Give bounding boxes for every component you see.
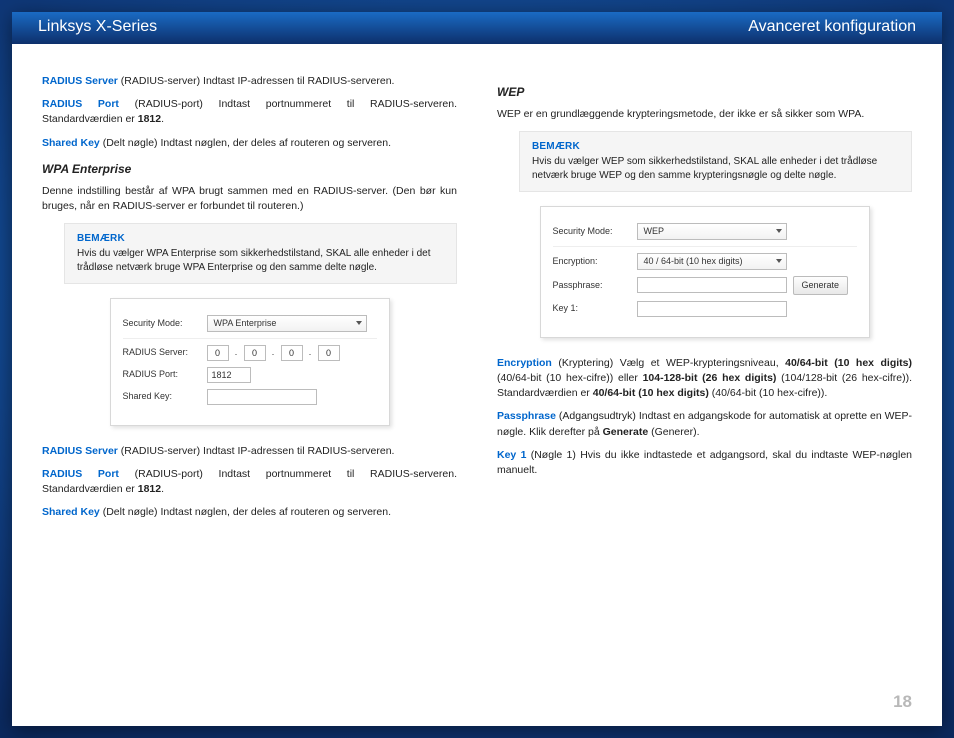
- page-number: 18: [12, 684, 942, 726]
- label-passphrase: Passphrase:: [553, 279, 631, 292]
- chevron-down-icon: [356, 321, 362, 325]
- paragraph: Shared Key (Delt nøgle) Indtast nøglen, …: [42, 136, 457, 151]
- term-radius-port: RADIUS Port: [42, 468, 119, 480]
- term-radius-server: RADIUS Server: [42, 445, 118, 457]
- note-body: Hvis du vælger WEP som sikkerhedstilstan…: [532, 156, 877, 181]
- security-mode-select[interactable]: WPA Enterprise: [207, 315, 367, 332]
- radius-port-input[interactable]: 1812: [207, 367, 251, 383]
- key1-input[interactable]: [637, 301, 787, 317]
- paragraph: RADIUS Port (RADIUS-port) Indtast portnu…: [42, 97, 457, 127]
- encryption-select[interactable]: 40 / 64-bit (10 hex digits): [637, 253, 787, 270]
- page-content: RADIUS Server (RADIUS-server) Indtast IP…: [12, 44, 942, 684]
- term-key1: Key 1: [497, 449, 526, 461]
- paragraph: Passphrase (Adgangsudtryk) Indtast en ad…: [497, 409, 912, 439]
- shared-key-input[interactable]: [207, 389, 317, 405]
- label-radius-server: RADIUS Server:: [123, 346, 201, 359]
- divider: [553, 246, 857, 247]
- paragraph: Denne indstilling består af WPA brugt sa…: [42, 184, 457, 214]
- left-column: RADIUS Server (RADIUS-server) Indtast IP…: [42, 74, 457, 684]
- label-security-mode: Security Mode:: [123, 317, 201, 330]
- document-page: Linksys X-Series Avanceret konfiguration…: [12, 12, 942, 726]
- ip-octet-1[interactable]: 0: [207, 345, 229, 361]
- header-left: Linksys X-Series: [38, 18, 157, 36]
- term-shared-key: Shared Key: [42, 506, 100, 518]
- label-shared-key: Shared Key:: [123, 390, 201, 403]
- chevron-down-icon: [776, 259, 782, 263]
- note-title: BEMÆRK: [77, 232, 444, 246]
- paragraph: WEP er en grundlæggende krypteringsmetod…: [497, 107, 912, 122]
- paragraph: Encryption (Kryptering) Vælg et WEP-kryp…: [497, 356, 912, 402]
- ip-octet-4[interactable]: 0: [318, 345, 340, 361]
- paragraph: Shared Key (Delt nøgle) Indtast nøglen, …: [42, 505, 457, 520]
- term-shared-key: Shared Key: [42, 137, 100, 149]
- note-body: Hvis du vælger WPA Enterprise som sikker…: [77, 248, 431, 273]
- note-title: BEMÆRK: [532, 140, 899, 154]
- wpa-enterprise-panel: Security Mode: WPA Enterprise RADIUS Ser…: [110, 298, 390, 426]
- note-box: BEMÆRK Hvis du vælger WEP som sikkerheds…: [519, 131, 912, 192]
- wep-panel: Security Mode: WEP Encryption: 40 / 64-b…: [540, 206, 870, 338]
- ip-octet-3[interactable]: 0: [281, 345, 303, 361]
- page-header: Linksys X-Series Avanceret konfiguration: [12, 12, 942, 44]
- chevron-down-icon: [776, 229, 782, 233]
- term-radius-server: RADIUS Server: [42, 75, 118, 87]
- header-right: Avanceret konfiguration: [748, 18, 916, 36]
- heading-wep: WEP: [497, 84, 912, 101]
- paragraph: RADIUS Server (RADIUS-server) Indtast IP…: [42, 444, 457, 459]
- ip-octet-2[interactable]: 0: [244, 345, 266, 361]
- divider: [123, 338, 377, 339]
- paragraph: RADIUS Server (RADIUS-server) Indtast IP…: [42, 74, 457, 89]
- paragraph: Key 1 (Nøgle 1) Hvis du ikke indtastede …: [497, 448, 912, 478]
- term-encryption: Encryption: [497, 357, 552, 369]
- heading-wpa-enterprise: WPA Enterprise: [42, 161, 457, 178]
- passphrase-input[interactable]: [637, 277, 787, 293]
- label-encryption: Encryption:: [553, 255, 631, 268]
- term-passphrase: Passphrase: [497, 410, 556, 422]
- generate-button[interactable]: Generate: [793, 276, 849, 295]
- label-security-mode: Security Mode:: [553, 225, 631, 238]
- label-key1: Key 1:: [553, 302, 631, 315]
- right-column: WEP WEP er en grundlæggende krypteringsm…: [497, 74, 912, 684]
- label-radius-port: RADIUS Port:: [123, 368, 201, 381]
- paragraph: RADIUS Port (RADIUS-port) Indtast portnu…: [42, 467, 457, 497]
- term-radius-port: RADIUS Port: [42, 98, 119, 110]
- security-mode-select[interactable]: WEP: [637, 223, 787, 240]
- note-box: BEMÆRK Hvis du vælger WPA Enterprise som…: [64, 223, 457, 284]
